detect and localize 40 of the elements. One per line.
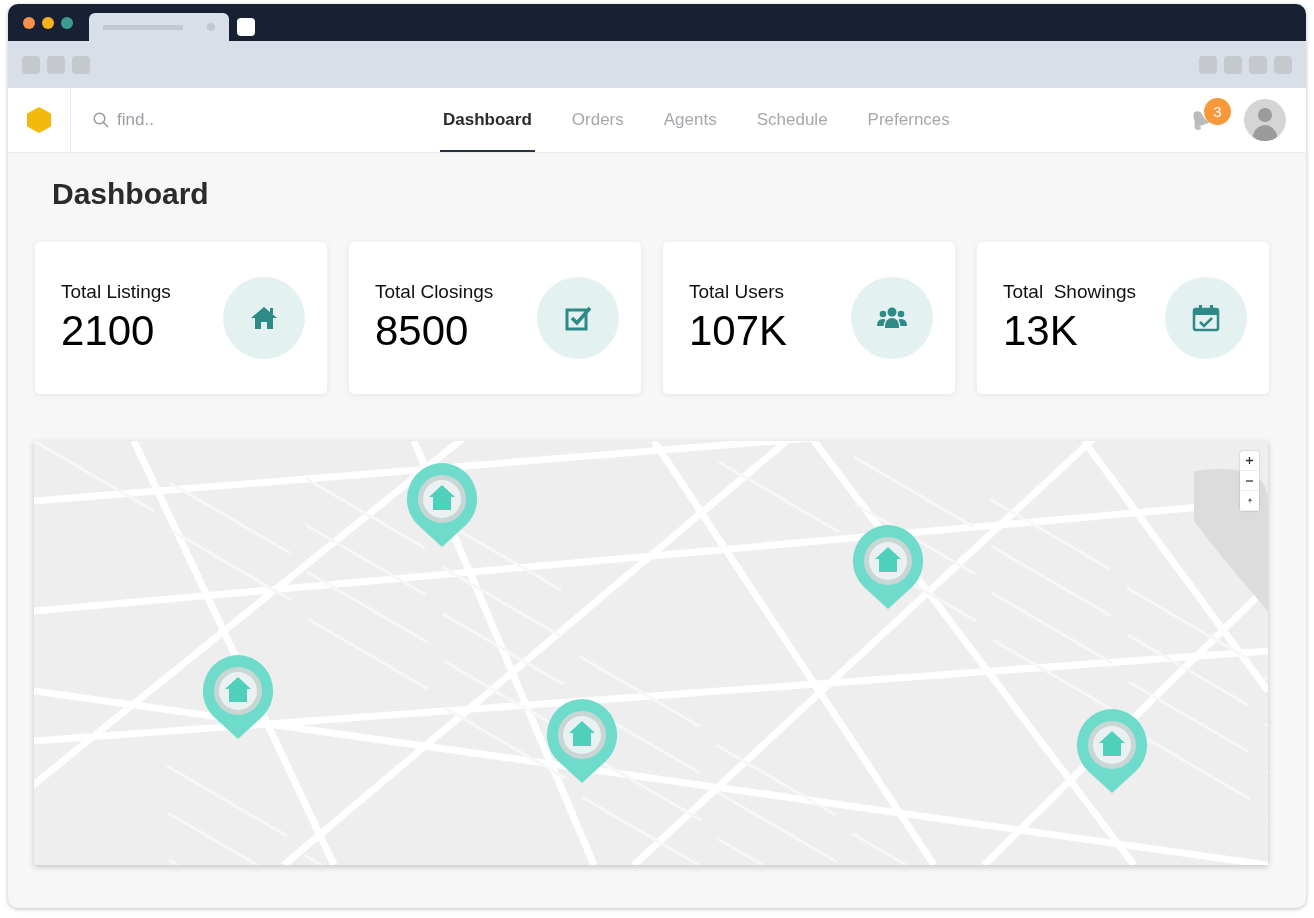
close-button[interactable] <box>23 16 35 29</box>
browser-tab[interactable] <box>89 13 229 41</box>
stat-label: Total Closings <box>375 281 494 303</box>
north-arrow-icon <box>1247 497 1252 504</box>
nav-tab[interactable]: Dashboard <box>425 88 550 152</box>
stat-value: 107K <box>689 307 788 355</box>
stat-value: 13K <box>1003 307 1079 355</box>
toolbar-button[interactable] <box>1274 55 1292 74</box>
stat-label: Total Showings <box>1003 281 1137 303</box>
nav-tab[interactable]: Prefernces <box>849 88 968 152</box>
notification-badge: 3 <box>1204 98 1231 125</box>
toolbar-button[interactable] <box>22 55 40 74</box>
nav-tab[interactable]: Agents <box>645 88 735 152</box>
house-pin-icon[interactable] <box>202 655 274 739</box>
nav-tab[interactable]: Orders <box>553 88 642 152</box>
toolbar-button[interactable] <box>72 55 90 74</box>
calendar-check-icon <box>1190 302 1222 334</box>
toolbar-button[interactable] <box>1199 55 1217 74</box>
minimize-button[interactable] <box>42 16 54 29</box>
plus-icon <box>1246 457 1253 464</box>
toolbar-button[interactable] <box>1249 55 1267 74</box>
minus-icon <box>1246 479 1253 482</box>
stat-value: 8500 <box>375 307 470 355</box>
stat-value: 2100 <box>61 307 156 355</box>
search-icon <box>93 112 109 128</box>
toolbar-button[interactable] <box>47 55 65 74</box>
house-pin-icon[interactable] <box>406 463 478 547</box>
house-pin-icon[interactable] <box>546 699 618 783</box>
stat-label: Total Users <box>689 281 786 303</box>
search-field[interactable]: find.. <box>117 110 317 130</box>
toolbar-button[interactable] <box>1224 55 1242 74</box>
page-title: Dashboard <box>52 177 210 211</box>
house-pin-icon[interactable] <box>852 525 924 609</box>
maximize-button[interactable] <box>61 16 73 29</box>
new-tab-button[interactable] <box>237 18 255 36</box>
hexagon-logo-icon[interactable] <box>26 106 52 134</box>
stat-label: Total Listings <box>61 281 171 303</box>
user-avatar[interactable] <box>1244 99 1286 141</box>
house-pin-icon[interactable] <box>1076 709 1148 793</box>
nav-tab[interactable]: Schedule <box>738 88 846 152</box>
